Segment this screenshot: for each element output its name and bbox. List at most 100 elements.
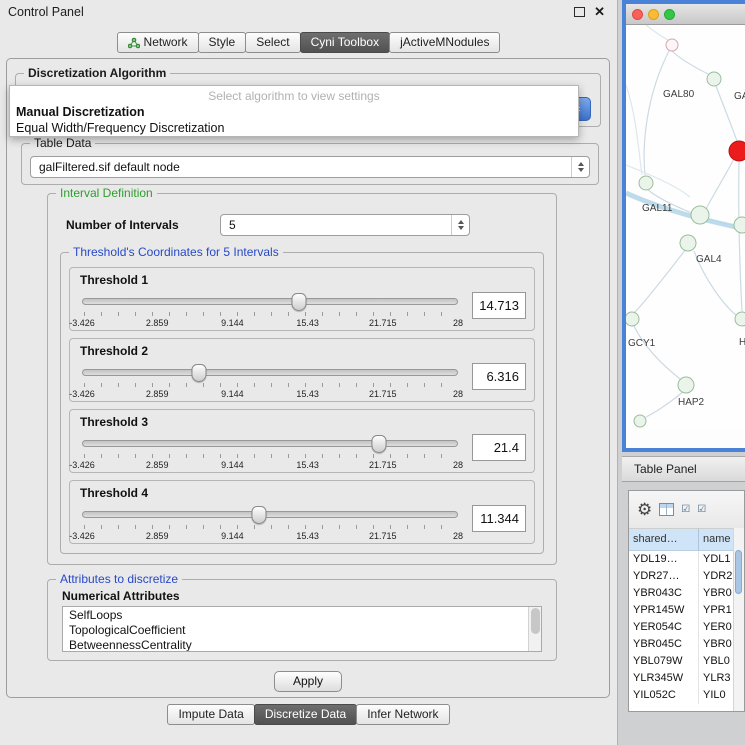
table-row[interactable]: YER054CYER0 (629, 619, 744, 636)
table-row[interactable]: YPR145WYPR1 (629, 602, 744, 619)
tab-discretize-data[interactable]: Discretize Data (254, 704, 357, 725)
list-item[interactable]: TopologicalCoefficient (63, 622, 541, 637)
scrollbar[interactable] (528, 607, 541, 651)
slider-thumb[interactable] (191, 364, 206, 382)
slider-track[interactable] (82, 369, 458, 376)
list-item[interactable]: BetweennessCentrality (63, 637, 541, 652)
close-window-button[interactable] (632, 9, 643, 20)
dropdown-item[interactable]: Manual Discretization (10, 104, 578, 120)
network-node[interactable] (634, 415, 646, 427)
slider-thumb[interactable] (251, 506, 266, 524)
table-cell[interactable]: YBR045C (629, 636, 699, 653)
table-row[interactable]: YBL079WYBL0 (629, 653, 744, 670)
table-cell[interactable]: YER0 (699, 619, 735, 636)
apply-button[interactable]: Apply (274, 671, 342, 692)
threshold-value[interactable]: 21.4 (472, 434, 526, 461)
network-node[interactable] (735, 312, 745, 326)
table-cell[interactable]: YLR345W (629, 670, 699, 687)
close-icon[interactable]: ✕ (594, 4, 605, 20)
slider-track[interactable] (82, 440, 458, 447)
table-cell[interactable]: YPR145W (629, 602, 699, 619)
slider-thumb[interactable] (291, 293, 306, 311)
table-cell[interactable]: YBR0 (699, 585, 735, 602)
tab-impute-data[interactable]: Impute Data (167, 704, 254, 725)
table-cell[interactable]: YBR043C (629, 585, 699, 602)
tab-select[interactable]: Select (245, 32, 300, 53)
table-row[interactable]: YDL19…YDL1 (629, 551, 744, 568)
list-item[interactable]: SelfLoops (63, 607, 541, 622)
slider-track[interactable] (82, 511, 458, 518)
num-intervals-combo[interactable]: 5 (220, 214, 470, 236)
network-node[interactable] (666, 39, 678, 51)
columns-icon[interactable] (659, 503, 674, 516)
control-panel-titlebar[interactable]: Control Panel ✕ (0, 0, 617, 24)
table-cell[interactable]: YPR1 (699, 602, 735, 619)
table-cell[interactable]: YER054C (629, 619, 699, 636)
table-cell[interactable]: YDR2 (699, 568, 735, 585)
threshold-slider[interactable]: -3.4262.8599.14415.4321.71528 (82, 434, 458, 472)
scrollbar[interactable] (733, 528, 744, 711)
network-node[interactable] (691, 206, 709, 224)
minimize-window-button[interactable] (648, 9, 659, 20)
slider-thumb[interactable] (372, 435, 387, 453)
scrollbar-thumb[interactable] (735, 550, 742, 594)
threshold-value[interactable]: 11.344 (472, 505, 526, 532)
tab-style[interactable]: Style (198, 32, 247, 53)
scale-label: 15.43 (296, 460, 319, 470)
network-node[interactable] (729, 141, 745, 161)
scale-label: -3.426 (69, 318, 95, 328)
attributes-list[interactable]: SelfLoopsTopologicalCoefficientBetweenne… (62, 606, 542, 652)
table-panel-bar[interactable]: Table Panel (622, 456, 745, 482)
threshold-slider[interactable]: -3.4262.8599.14415.4321.71528 (82, 505, 458, 543)
tab-network[interactable]: Network (117, 32, 199, 53)
table-cell[interactable]: YBR0 (699, 636, 735, 653)
table-row[interactable]: YDR27…YDR2 (629, 568, 744, 585)
table-cell[interactable]: YDL1 (699, 551, 735, 568)
checkbox-icon[interactable]: ☑ (697, 505, 706, 515)
threshold-slider[interactable]: -3.4262.8599.14415.4321.71528 (82, 363, 458, 401)
network-node[interactable] (639, 176, 653, 190)
interval-definition-group: Interval Definition Number of Intervals … (47, 193, 557, 565)
network-canvas[interactable]: GAL80GAGAL11GAL4GCY1HHAP2 (626, 25, 745, 429)
threshold-value[interactable]: 14.713 (472, 292, 526, 319)
slider-ticks (84, 383, 457, 387)
scale-label: 28 (453, 531, 463, 541)
network-node[interactable] (707, 72, 721, 86)
checkbox-icon[interactable]: ☑ (681, 505, 690, 515)
threshold-slider[interactable]: -3.4262.8599.14415.4321.71528 (82, 292, 458, 330)
gear-icon[interactable]: ⚙ (637, 501, 652, 518)
table-cell[interactable]: YBL079W (629, 653, 699, 670)
table-row[interactable]: YBR045CYBR0 (629, 636, 744, 653)
column-header[interactable]: name (699, 529, 735, 550)
threshold-value[interactable]: 6.316 (472, 363, 526, 390)
tab-infer-network[interactable]: Infer Network (356, 704, 449, 725)
network-node[interactable] (678, 377, 694, 393)
bottom-tab-bar: Impute DataDiscretize DataInfer Network (0, 704, 618, 725)
tab-cyni-toolbox[interactable]: Cyni Toolbox (300, 32, 390, 53)
network-node[interactable] (626, 312, 639, 326)
table-cell[interactable]: YBL0 (699, 653, 735, 670)
table-cell[interactable]: YDR27… (629, 568, 699, 585)
node-table: ⚙ ☑☑ shared…name YDL19…YDL1YDR27…YDR2YBR… (628, 490, 745, 712)
dropdown-item[interactable]: Equal Width/Frequency Discretization (10, 120, 578, 136)
tab-jactivemnodules[interactable]: jActiveMNodules (389, 32, 500, 53)
scrollbar-thumb[interactable] (531, 608, 540, 634)
table-cell[interactable]: YDL19… (629, 551, 699, 568)
table-data-combo[interactable]: galFiltered.sif default node (30, 156, 590, 178)
float-icon[interactable] (574, 7, 585, 17)
table-cell[interactable]: YIL052C (629, 687, 699, 704)
table-cell[interactable]: YLR3 (699, 670, 735, 687)
network-node[interactable] (680, 235, 696, 251)
table-row[interactable]: YIL052CYIL0 (629, 687, 744, 704)
table-data-group: Table Data galFiltered.sif default node (21, 143, 599, 185)
network-node[interactable] (734, 217, 745, 233)
cyni-toolbox-panel: Discretization Algorithm Select algorith… (6, 58, 610, 698)
table-row[interactable]: YBR043CYBR0 (629, 585, 744, 602)
slider-scale: -3.4262.8599.14415.4321.71528 (82, 318, 458, 329)
slider-track[interactable] (82, 298, 458, 305)
network-window-titlebar[interactable] (626, 4, 745, 25)
column-header[interactable]: shared… (629, 529, 699, 550)
table-row[interactable]: YLR345WYLR3 (629, 670, 744, 687)
table-cell[interactable]: YIL0 (699, 687, 735, 704)
zoom-window-button[interactable] (664, 9, 675, 20)
